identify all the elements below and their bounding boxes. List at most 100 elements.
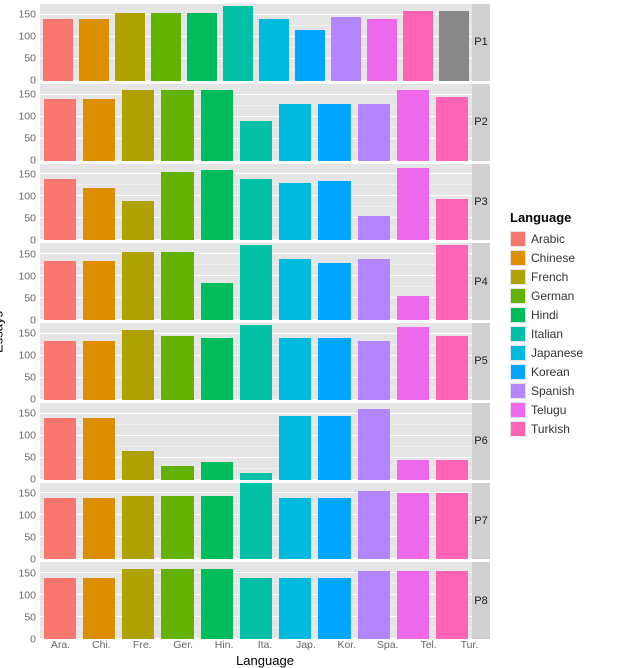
bar-Tel. <box>397 493 429 559</box>
bar-Ger. <box>161 252 193 320</box>
facet-strip: P2 <box>472 84 490 161</box>
facet-label: P4 <box>474 276 487 288</box>
bar-Hin. <box>201 569 233 639</box>
legend-label: Spanish <box>531 384 574 398</box>
bar-Tur. <box>436 97 468 161</box>
bar-Kor. <box>318 578 350 639</box>
y-tick: 100 <box>18 510 36 521</box>
facet-strip: P4 <box>472 243 490 320</box>
bar-Jap. <box>279 416 311 480</box>
legend-item-korean: Korean <box>510 362 632 381</box>
bar-Ger. <box>161 90 193 160</box>
legend-item-chinese: Chinese <box>510 248 632 267</box>
facet-label: P3 <box>474 196 487 208</box>
legend-swatch <box>511 365 525 379</box>
x-tick: Ger. <box>163 639 204 651</box>
bar-Jap. <box>279 259 311 320</box>
bar-Ger. <box>161 466 193 479</box>
legend-label: Chinese <box>531 251 575 265</box>
bar-Kor. <box>318 104 350 161</box>
bar-Ita. <box>240 578 272 639</box>
bar-Ita. <box>240 121 272 160</box>
bar-Ita. <box>240 483 272 560</box>
plot-area <box>40 164 472 241</box>
bars <box>40 483 472 560</box>
x-tick: Spa. <box>367 639 408 651</box>
bar-Chi. <box>83 261 115 320</box>
bar-Chi. <box>83 578 115 639</box>
y-tick: 150 <box>18 169 36 180</box>
y-tick: 100 <box>18 191 36 202</box>
legend-item-japanese: Japanese <box>510 343 632 362</box>
facet-strip: P7 <box>472 483 490 560</box>
x-tick: Jap. <box>285 639 326 651</box>
legend-label: Hindi <box>531 308 558 322</box>
bar-Ara. <box>44 99 76 160</box>
facet-strip: P1 <box>472 4 490 81</box>
bars <box>40 84 472 161</box>
bars <box>40 4 472 81</box>
bar-Tur. <box>436 245 468 320</box>
bar-Tel. <box>397 296 429 320</box>
bar-Ara. <box>44 261 76 320</box>
y-tick: 100 <box>18 271 36 282</box>
legend-label: French <box>531 270 568 284</box>
legend-label: Arabic <box>531 232 565 246</box>
legend-item-spanish: Spanish <box>510 381 632 400</box>
facet-label: P1 <box>474 36 487 48</box>
bar-Tur. <box>436 336 468 400</box>
facet-strip: P8 <box>472 562 490 639</box>
bar-Ger. <box>161 496 193 560</box>
bar-Hin. <box>187 13 217 81</box>
bar-Hin. <box>201 283 233 320</box>
bar-Tur. <box>403 11 433 81</box>
facet-label: P7 <box>474 515 487 527</box>
y-tick: 150 <box>18 408 36 419</box>
bar-Jap. <box>279 183 311 240</box>
bar-Ara. <box>44 498 76 559</box>
legend-item-turkish: Turkish <box>510 419 632 438</box>
legend-title: Language <box>510 210 632 225</box>
bar-Chi. <box>83 99 115 160</box>
y-tick: 0 <box>30 634 36 645</box>
legend-item-italian: Italian <box>510 324 632 343</box>
bar-Fre. <box>122 330 154 400</box>
panel-P3: P3 <box>40 164 490 241</box>
bar-Spa. <box>358 104 390 161</box>
bar-Ita. <box>240 179 272 240</box>
bar-Hin. <box>201 496 233 560</box>
y-tick: 100 <box>18 430 36 441</box>
plot-area <box>40 84 472 161</box>
bar-Jap. <box>279 578 311 639</box>
bar-Ara. <box>44 418 76 479</box>
facet-label: P6 <box>474 435 487 447</box>
y-tick: 150 <box>18 10 36 21</box>
bar-Hin. <box>201 462 233 480</box>
bar-Ara. <box>44 341 76 400</box>
bar-Kor. <box>318 263 350 320</box>
y-tick: 50 <box>24 452 36 463</box>
x-tick: Ara. <box>40 639 81 651</box>
bar-Fre. <box>122 496 154 560</box>
x-axis-ticks: Ara.Chi.Fre.Ger.Hin.Ita.Jap.Kor.Spa.Tel.… <box>40 639 490 651</box>
bar-Chi. <box>83 498 115 559</box>
bars <box>40 562 472 639</box>
bar-Tel. <box>367 19 397 80</box>
legend-item-telugu: Telugu <box>510 400 632 419</box>
bar-Tel. <box>397 327 429 399</box>
y-tick: 50 <box>24 293 36 304</box>
bars <box>40 403 472 480</box>
legend-swatch <box>511 232 525 246</box>
x-tick: Chi. <box>81 639 122 651</box>
x-tick: Fre. <box>122 639 163 651</box>
y-tick: 100 <box>18 590 36 601</box>
plot-area <box>40 403 472 480</box>
plot-area <box>40 243 472 320</box>
bar-Ara. <box>44 179 76 240</box>
y-tick: 100 <box>18 111 36 122</box>
bar-Spa. <box>358 341 390 400</box>
bar-Spa. <box>358 571 390 639</box>
bar-Chi. <box>83 188 115 241</box>
bar-Tel. <box>397 90 429 160</box>
legend-item-french: French <box>510 267 632 286</box>
